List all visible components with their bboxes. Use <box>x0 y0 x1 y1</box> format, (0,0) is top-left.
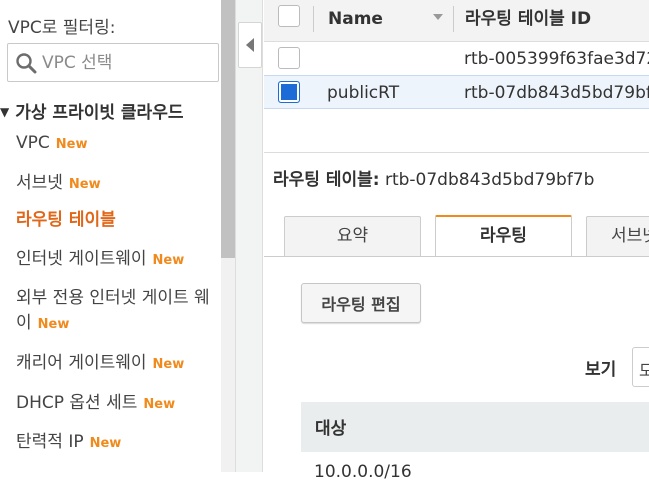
section-title: 가상 프라이빗 클라우드 <box>15 103 184 123</box>
view-select[interactable]: 모든 라우팅 <box>632 347 649 387</box>
vpc-search-input[interactable] <box>42 49 212 76</box>
column-header-target: 대상 <box>315 419 347 439</box>
sidebar-item-label: 탄력적 IP <box>16 432 84 452</box>
section-vpc-header[interactable]: ▼ 가상 프라이빗 클라우드 <box>0 98 183 123</box>
sidebar-item-label: 서브넷 <box>16 173 63 193</box>
column-header-route-table-id[interactable]: 라우팅 테이블 ID <box>465 6 591 32</box>
column-header-name[interactable]: Name <box>328 6 383 32</box>
tab-summary[interactable]: 요약 <box>284 216 421 256</box>
column-divider <box>453 6 454 32</box>
sidebar-item-label: 캐리어 게이트웨이 <box>16 353 147 373</box>
sort-caret-icon[interactable] <box>433 14 443 20</box>
table-row[interactable]: rtb-005399f63fae3d72e <box>264 42 649 76</box>
new-badge: New <box>55 137 88 152</box>
sidebar: VPC로 필터링: ▼ 가상 프라이빗 클라우드 VPC New 서브넷 New 라우… <box>0 0 221 472</box>
new-badge: New <box>68 177 101 192</box>
sidebar-item-internet-gateways[interactable]: 인터넷 게이트웨이 New <box>16 247 216 273</box>
select-all-checkbox[interactable] <box>278 5 300 27</box>
table-header: Name 라우팅 테이블 ID <box>264 0 649 42</box>
sidebar-item-route-tables[interactable]: 라우팅 테이블 <box>16 208 216 233</box>
chevron-left-icon <box>246 38 254 52</box>
panel-divider[interactable] <box>264 152 649 153</box>
sidebar-item-dhcp-options[interactable]: DHCP 옵션 세트 New <box>16 391 216 417</box>
new-badge: New <box>37 317 70 332</box>
edit-routes-button[interactable]: 라우팅 편집 <box>301 283 421 323</box>
row-checkbox-checked[interactable] <box>278 81 300 103</box>
collapse-strip <box>235 0 263 472</box>
sidebar-item-label: VPC <box>16 133 50 153</box>
collapse-sidebar-button[interactable] <box>238 22 262 68</box>
vpc-select[interactable] <box>7 43 219 82</box>
tab-subnets[interactable]: 서브넷 <box>586 216 649 256</box>
collapse-triangle-icon: ▼ <box>0 105 10 119</box>
tab-routes[interactable]: 라우팅 <box>435 215 572 257</box>
detail-value: rtb-07db843d5bd79bf7b <box>384 170 595 190</box>
new-badge: New <box>143 397 176 412</box>
sidebar-item-egress-only-gateways[interactable]: 외부 전용 인터넷 게이트 웨이 New <box>16 286 214 337</box>
cell-route-table-id: rtb-07db843d5bd79bf7b <box>464 83 649 103</box>
sidebar-item-label: 인터넷 게이트웨이 <box>16 249 147 269</box>
tabs-baseline <box>264 256 649 257</box>
sidebar-item-subnets[interactable]: 서브넷 New <box>16 171 216 197</box>
cell-route-destination: 10.0.0.0/16 <box>314 462 412 482</box>
sidebar-item-label: 라우팅 테이블 <box>16 210 116 230</box>
routes-table-header: 대상 <box>301 402 649 452</box>
route-table-list: Name 라우팅 테이블 ID rtb-005399f63fae3d72e pu… <box>264 0 649 109</box>
detail-label: 라우팅 테이블: <box>273 170 380 190</box>
new-badge: New <box>152 253 185 268</box>
column-divider <box>313 6 314 32</box>
detail-title: 라우팅 테이블: rtb-07db843d5bd79bf7b <box>273 165 594 190</box>
cell-route-table-id: rtb-005399f63fae3d72e <box>464 49 649 69</box>
sidebar-scroll-thumb[interactable] <box>221 0 235 258</box>
sidebar-item-carrier-gateways[interactable]: 캐리어 게이트웨이 New <box>16 351 216 377</box>
view-label: 보기 <box>585 360 617 380</box>
new-badge: New <box>89 436 122 451</box>
vpc-filter-label: VPC로 필터링: <box>8 18 116 38</box>
sidebar-item-elastic-ips[interactable]: 탄력적 IP New <box>16 430 216 456</box>
new-badge: New <box>152 357 185 372</box>
cell-name: publicRT <box>327 83 400 103</box>
sidebar-item-label: DHCP 옵션 세트 <box>16 393 138 413</box>
sidebar-item-vpc[interactable]: VPC New <box>16 131 216 157</box>
search-icon <box>16 53 37 74</box>
table-row-selected[interactable]: publicRT rtb-07db843d5bd79bf7b <box>264 75 649 109</box>
row-checkbox[interactable] <box>278 47 300 69</box>
